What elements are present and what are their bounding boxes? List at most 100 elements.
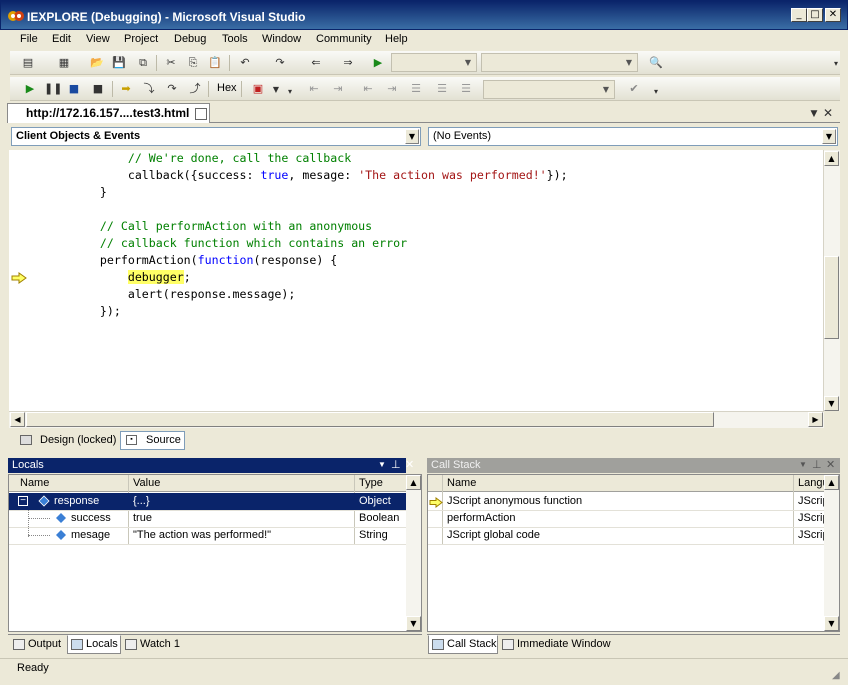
document-tab[interactable]: http://172.16.157....test3.html <box>7 103 210 123</box>
navigate-forward-icon[interactable]: ⇒ <box>340 55 356 71</box>
callstack-col-language[interactable]: Langu <box>798 475 824 492</box>
code-line[interactable]: alert(response.message); <box>72 286 296 303</box>
code-line[interactable]: debugger; <box>72 269 191 286</box>
scroll-left-icon[interactable]: ◀ <box>10 412 25 427</box>
code-line[interactable]: callback({success: true, mesage: 'The ac… <box>72 167 568 184</box>
solution-platform-combo[interactable]: ▼ <box>481 53 638 72</box>
code-line[interactable]: // Call performAction with an anonymous <box>72 218 372 235</box>
resize-grip-icon[interactable]: ◢ <box>832 670 840 681</box>
tab-locals[interactable]: Locals <box>67 635 121 654</box>
close-document-icon[interactable]: ✕ <box>820 105 836 121</box>
tab-immediate-window[interactable]: Immediate Window <box>498 635 618 654</box>
menu-view[interactable]: View <box>86 33 110 45</box>
local-value[interactable]: {...} <box>133 493 150 510</box>
target-combo[interactable]: ▼ <box>483 80 615 99</box>
step-out-icon[interactable]: ⤴ <box>187 81 203 97</box>
locals-col-type[interactable]: Type <box>359 475 383 492</box>
callstack-panel-header[interactable]: Call Stack <box>427 458 840 473</box>
stack-frame-name[interactable]: performAction <box>447 510 515 527</box>
cut-icon[interactable]: ✂ <box>163 55 179 71</box>
indent-icon[interactable]: ⇥ <box>384 81 400 97</box>
toolbar-options-icon[interactable]: ▾ <box>648 84 664 100</box>
start-debugging-icon[interactable]: ▶ <box>370 55 386 71</box>
save-icon[interactable]: 💾 <box>111 55 127 71</box>
validation-icon[interactable]: ✔ <box>626 81 642 97</box>
locals-col-value[interactable]: Value <box>133 475 160 492</box>
continue-icon[interactable]: ▶ <box>22 81 38 97</box>
solution-configuration-combo[interactable]: ▼ <box>391 53 477 72</box>
outdent-icon[interactable]: ⇤ <box>360 81 376 97</box>
scroll-right-icon[interactable]: ▶ <box>808 412 823 427</box>
undo-icon[interactable]: ↶ <box>237 55 253 71</box>
code-line[interactable]: // We're done, call the callback <box>72 150 351 167</box>
menu-edit[interactable]: Edit <box>52 33 71 45</box>
menu-window[interactable]: Window <box>262 33 301 45</box>
close-icon[interactable]: ✕ <box>825 8 841 22</box>
close-panel-icon[interactable]: ✕ <box>826 458 835 471</box>
step-into-icon[interactable]: ⤵ <box>141 81 157 97</box>
navigate-backward-icon[interactable]: ⇐ <box>308 55 324 71</box>
bookmark-icon[interactable]: ☰ <box>458 81 474 97</box>
scroll-up-icon[interactable]: ▲ <box>824 151 839 166</box>
window-position-icon[interactable]: ▼ <box>799 460 807 469</box>
code-line[interactable]: } <box>72 184 107 201</box>
pin-icon[interactable]: ⊥ <box>812 458 822 471</box>
scroll-up-icon[interactable]: ▲ <box>824 475 839 490</box>
toolbar-options-icon[interactable]: ▾ <box>282 84 298 100</box>
local-value[interactable]: true <box>133 510 152 527</box>
locals-panel-header[interactable]: Locals <box>8 458 406 473</box>
tab-design[interactable]: Design (locked) <box>14 431 116 450</box>
tab-output[interactable]: Output <box>9 635 67 654</box>
callstack-col-name[interactable]: Name <box>447 475 476 492</box>
pin-icon[interactable]: ⊥ <box>391 458 401 471</box>
close-panel-icon[interactable]: ✕ <box>405 458 414 471</box>
find-in-files-icon[interactable]: 🔍 <box>648 55 664 71</box>
add-item-icon[interactable]: ▦ <box>56 55 72 71</box>
new-project-icon[interactable]: ▤ <box>20 55 36 71</box>
text-editor-icon[interactable]: ⇤ <box>306 81 322 97</box>
local-value[interactable]: "The action was performed!" <box>133 527 271 544</box>
scroll-up-icon[interactable]: ▲ <box>406 475 421 490</box>
stack-frame-name[interactable]: JScript anonymous function <box>447 493 582 510</box>
restart-icon[interactable]: ■ <box>90 81 106 97</box>
window-position-icon[interactable]: ▼ <box>378 460 386 469</box>
locals-scrollbar[interactable] <box>406 475 421 631</box>
title-bar[interactable]: IEXPLORE (Debugging) - Microsoft Visual … <box>0 0 848 30</box>
stack-frame-name[interactable]: JScript global code <box>447 527 540 544</box>
uncomment-icon[interactable]: ☰ <box>434 81 450 97</box>
scroll-down-icon[interactable]: ▼ <box>406 616 421 631</box>
menu-file[interactable]: File <box>20 33 38 45</box>
save-all-icon[interactable]: ⧉ <box>135 55 151 71</box>
scroll-down-icon[interactable]: ▼ <box>824 396 839 411</box>
break-all-icon[interactable]: ❚❚ <box>44 81 62 97</box>
code-line[interactable]: performAction(function(response) { <box>72 252 337 269</box>
text-editor-icon[interactable]: ⇥ <box>330 81 346 97</box>
hex-toggle-button[interactable]: Hex <box>217 82 237 94</box>
copy-icon[interactable]: ⎘ <box>185 55 201 71</box>
step-over-icon[interactable]: ↷ <box>164 81 180 97</box>
minimize-icon[interactable]: _ <box>791 8 807 22</box>
comment-icon[interactable]: ☰ <box>408 81 424 97</box>
menu-project[interactable]: Project <box>124 33 158 45</box>
client-objects-combo[interactable]: Client Objects & Events ▼ <box>11 127 421 146</box>
callstack-scrollbar[interactable] <box>824 475 839 631</box>
breakpoints-window-icon[interactable]: ▣ <box>250 81 266 97</box>
locals-col-name[interactable]: Name <box>20 475 49 492</box>
scroll-down-icon[interactable]: ▼ <box>824 616 839 631</box>
code-line[interactable]: // callback function which contains an e… <box>72 235 407 252</box>
paste-icon[interactable]: 📋 <box>207 55 223 71</box>
menu-help[interactable]: Help <box>385 33 408 45</box>
tab-watch-1[interactable]: Watch 1 <box>121 635 183 654</box>
open-file-icon[interactable]: 📂 <box>89 55 105 71</box>
collapse-icon[interactable]: − <box>18 496 28 506</box>
tab-source[interactable]: ▪ Source <box>120 431 185 450</box>
menu-community[interactable]: Community <box>316 33 372 45</box>
menu-tools[interactable]: Tools <box>222 33 248 45</box>
show-next-statement-icon[interactable]: ➡ <box>118 81 134 97</box>
scroll-thumb[interactable] <box>824 256 839 339</box>
stop-debugging-icon[interactable]: ■ <box>66 81 82 97</box>
scroll-thumb[interactable] <box>26 412 714 427</box>
tab-call-stack[interactable]: Call Stack <box>428 635 498 654</box>
maximize-icon[interactable]: □ <box>807 8 823 22</box>
code-line[interactable]: }); <box>72 303 121 320</box>
